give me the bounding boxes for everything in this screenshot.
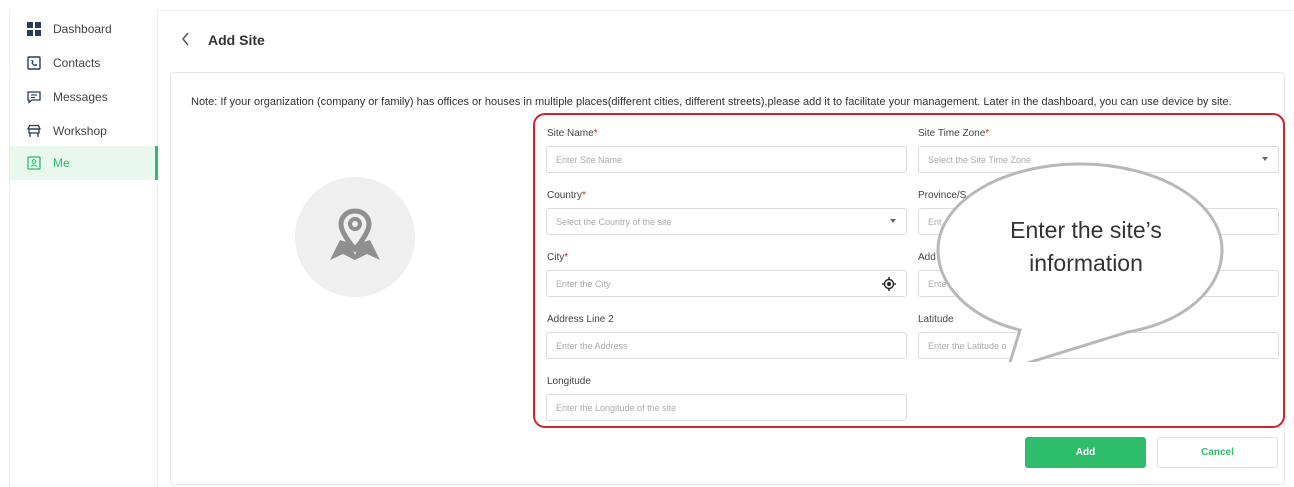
- chevron-left-icon[interactable]: [180, 31, 194, 47]
- sidebar-item-label: Me: [53, 156, 70, 170]
- sidebar-item-dashboard[interactable]: Dashboard: [10, 12, 158, 46]
- sidebar-item-me[interactable]: Me: [10, 146, 158, 180]
- sidebar-item-contacts[interactable]: Contacts: [10, 46, 158, 80]
- sidebar: Dashboard Contacts Messages Workshop Me: [9, 10, 158, 487]
- map-location-icon: [330, 208, 380, 260]
- page-title: Add Site: [208, 32, 265, 48]
- add-button[interactable]: Add: [1025, 437, 1146, 468]
- site-note: Note: If your organization (company or f…: [191, 96, 1232, 108]
- sidebar-item-workshop[interactable]: Workshop: [10, 114, 158, 148]
- sidebar-item-label: Dashboard: [53, 22, 112, 36]
- callout-text: Enter the site’s information: [1010, 217, 1162, 276]
- sidebar-item-label: Contacts: [53, 56, 101, 70]
- sidebar-item-messages[interactable]: Messages: [10, 80, 158, 114]
- contacts-icon: [27, 56, 41, 70]
- me-icon: [27, 156, 41, 170]
- header-divider: [158, 10, 1294, 11]
- dashboard-icon: [27, 22, 41, 36]
- sidebar-item-label: Workshop: [53, 124, 107, 138]
- workshop-icon: [27, 124, 41, 138]
- cancel-button[interactable]: Cancel: [1157, 437, 1278, 468]
- sidebar-item-label: Messages: [53, 90, 108, 104]
- site-avatar[interactable]: [295, 177, 415, 297]
- messages-icon: [27, 90, 41, 104]
